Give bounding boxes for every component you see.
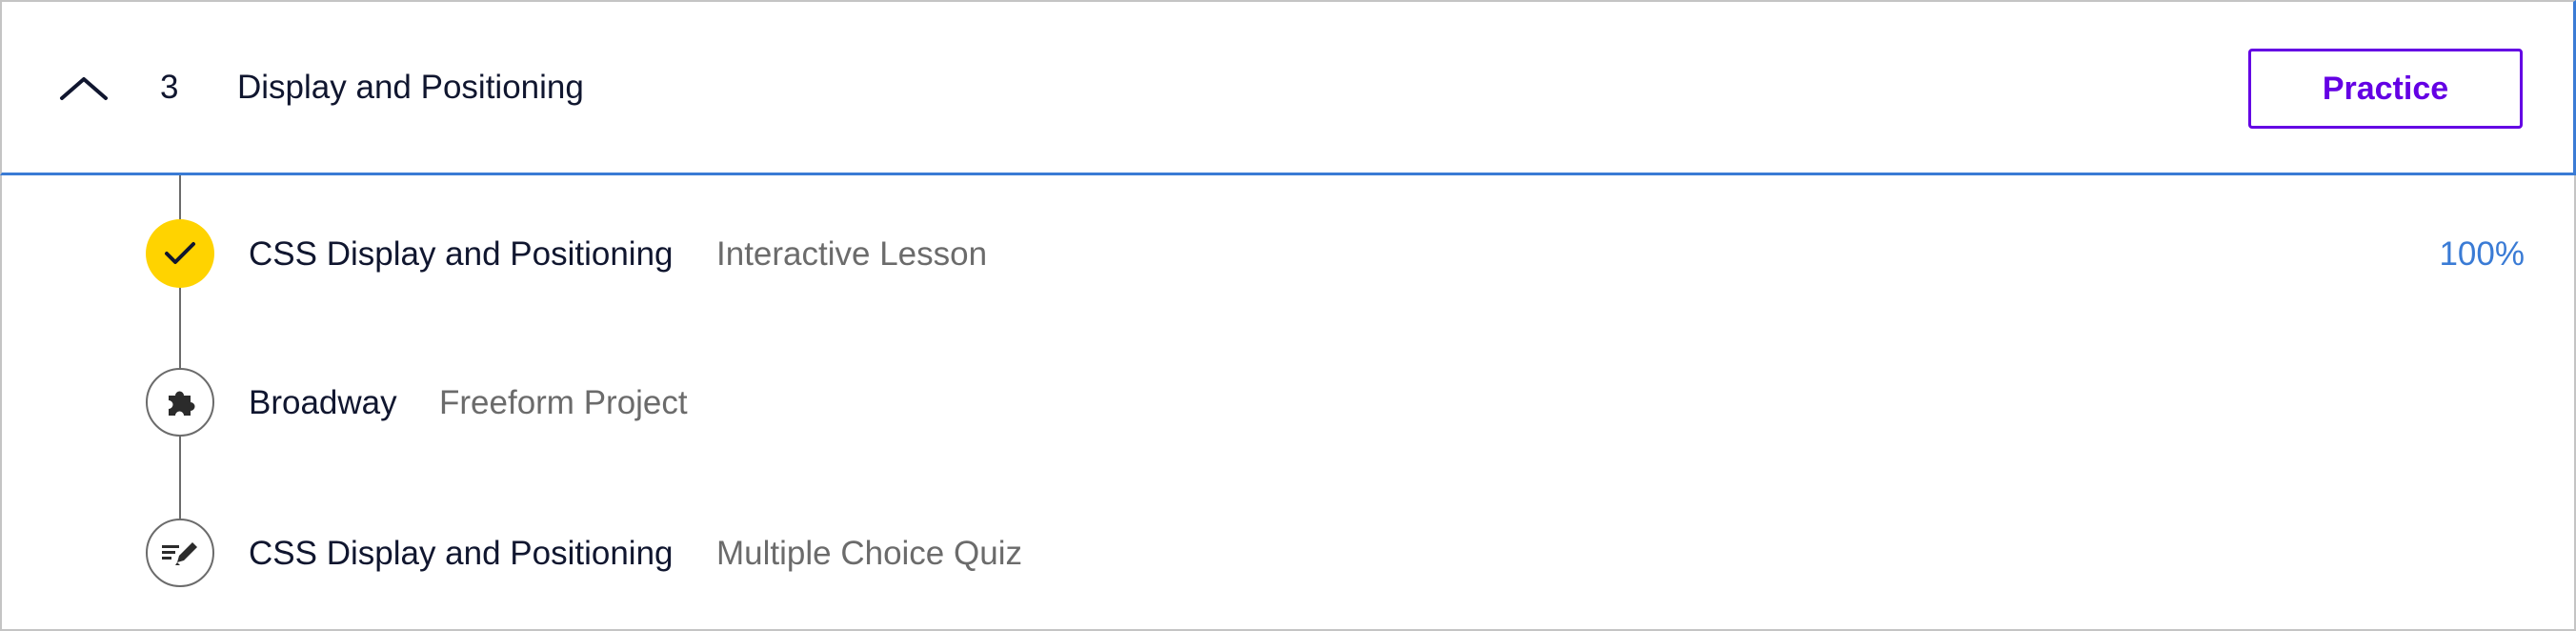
- lesson-type: Interactive Lesson: [716, 235, 988, 273]
- puzzle-icon: [146, 368, 214, 437]
- check-icon: [146, 219, 214, 288]
- module-number: 3: [160, 69, 179, 106]
- lesson-type: Freeform Project: [439, 384, 688, 421]
- module-title: Display and Positioning: [237, 69, 584, 106]
- syllabus-module: 3 Display and Positioning Practice CSS D…: [0, 0, 2576, 631]
- lesson-title[interactable]: CSS Display and Positioning: [249, 233, 674, 276]
- lesson-title[interactable]: Broadway: [249, 381, 397, 425]
- lesson-row[interactable]: Broadway Freeform Project: [2, 358, 2576, 454]
- lesson-title[interactable]: CSS Display and Positioning: [249, 532, 674, 576]
- chevron-up-icon[interactable]: [55, 63, 112, 112]
- lesson-progress: 100%: [2439, 235, 2525, 273]
- module-header[interactable]: 3 Display and Positioning Practice: [0, 0, 2576, 175]
- lesson-row[interactable]: CSS Display and Positioning Multiple Cho…: [2, 509, 2576, 604]
- quiz-pencil-icon: [146, 519, 214, 587]
- lesson-row[interactable]: CSS Display and Positioning Interactive …: [2, 210, 2576, 305]
- practice-button[interactable]: Practice: [2248, 49, 2523, 129]
- lesson-type: Multiple Choice Quiz: [716, 535, 1022, 572]
